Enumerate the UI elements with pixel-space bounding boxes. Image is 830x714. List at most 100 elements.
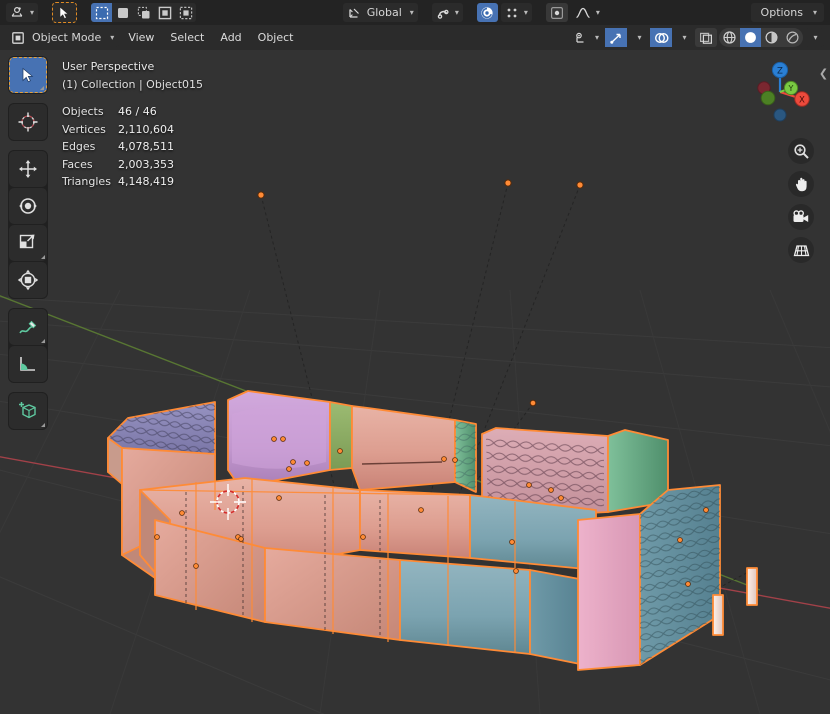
proportional-editing-group	[476, 3, 498, 22]
xray-icon	[700, 32, 713, 44]
hand-pan-icon	[795, 177, 807, 191]
menu-view[interactable]: View	[121, 28, 161, 47]
chevron-down-icon: ▾	[30, 7, 35, 17]
zoom-button[interactable]	[788, 138, 814, 164]
tool-move[interactable]	[9, 151, 47, 187]
tool-cursor[interactable]	[9, 104, 47, 140]
chevron-down-icon: ▾	[523, 7, 528, 17]
cursor-arrow-icon	[59, 5, 70, 19]
scale-icon	[19, 234, 35, 249]
blender-window: ▾ Global ▾ ▾ ▾ ▾ Options ▾ Object Mode ▾…	[0, 0, 830, 714]
box-select-icon	[95, 6, 108, 19]
mode-label: Object Mode	[32, 31, 102, 44]
tool-expand-corner	[40, 86, 44, 90]
select-new-icon	[117, 7, 128, 18]
gizmo-icon	[609, 33, 621, 44]
transform-orientation-dropdown[interactable]: Global ▾	[342, 3, 418, 22]
overlays-icon	[654, 32, 669, 43]
show-hide-icon	[576, 32, 584, 43]
tool-measure[interactable]	[9, 346, 47, 382]
select-mode-subtract[interactable]	[154, 3, 176, 22]
tool-transform[interactable]	[9, 262, 47, 298]
select-mode-box[interactable]	[91, 3, 113, 22]
proportional-connected-button[interactable]	[545, 3, 568, 22]
shading-solid[interactable]	[740, 28, 761, 47]
ortho-toggle-button[interactable]	[788, 237, 814, 263]
overlays-toggle[interactable]	[650, 28, 672, 47]
chevron-down-icon: ▾	[110, 32, 115, 42]
tool-group-add	[8, 392, 48, 430]
gizmo-dropdown[interactable]: ▾	[629, 28, 648, 47]
visibility-dropdown[interactable]: ▾	[570, 28, 603, 47]
tool-scale[interactable]	[9, 225, 47, 261]
tool-rotate[interactable]	[9, 188, 47, 224]
tool-add-cube[interactable]	[9, 393, 47, 429]
grid-ortho-icon	[793, 244, 809, 256]
chevron-down-icon: ▾	[595, 7, 600, 17]
shading-material[interactable]	[761, 28, 782, 47]
measure-ruler-icon	[20, 357, 35, 371]
3d-viewport[interactable]: User Perspective (1) Collection | Object…	[0, 50, 830, 714]
editor-type-icon	[11, 6, 23, 17]
solid-sphere-icon	[745, 32, 756, 43]
cushion-seat-teal-front	[399, 559, 531, 655]
armrest-right-pink	[577, 513, 641, 671]
cushion-seat-salmon-2	[359, 489, 471, 559]
shading-dropdown[interactable]: ▾	[805, 28, 824, 47]
sidebar-toggle[interactable]: ❮	[817, 62, 830, 84]
select-intersect-icon	[179, 6, 192, 19]
gizmo-axis-x-label: X	[799, 95, 805, 105]
sofa-leg-1	[746, 567, 758, 606]
editor-type-selector[interactable]: ▾	[6, 3, 39, 22]
proportional-edit-toggle[interactable]	[476, 3, 498, 22]
tool-expand-corner	[41, 255, 45, 259]
pan-button[interactable]	[788, 171, 814, 197]
tool-expand-corner	[41, 339, 45, 343]
chevron-down-icon: ▾	[594, 32, 599, 42]
transform-icon	[17, 269, 39, 291]
object-mode-icon	[12, 31, 24, 44]
select-mode-extend[interactable]	[133, 3, 155, 22]
options-label: Options	[760, 6, 803, 19]
tweak-tool-button[interactable]	[52, 2, 78, 23]
chevron-down-icon: ▾	[813, 32, 818, 42]
chevron-down-icon: ▾	[454, 7, 459, 17]
material-preview-icon	[765, 31, 778, 44]
navigation-gizmo[interactable]: Y X Z	[744, 56, 816, 128]
viewport-nav-buttons	[788, 138, 814, 263]
proportional-connected-icon	[550, 6, 563, 19]
tool-tweak-select[interactable]	[9, 57, 47, 93]
proportional-dots-dropdown[interactable]: ▾	[500, 3, 532, 22]
proportional-edit-icon	[481, 6, 493, 19]
camera-view-button[interactable]	[788, 204, 814, 230]
tool-group-annotate	[8, 308, 48, 383]
rendered-icon	[786, 31, 799, 44]
overlays-dropdown[interactable]: ▾	[674, 28, 693, 47]
tool-annotate[interactable]	[9, 309, 47, 345]
cushion-back-green	[329, 401, 353, 471]
chevron-down-icon: ▾	[409, 7, 414, 17]
menu-select[interactable]: Select	[163, 28, 211, 47]
dots-grid-icon	[507, 8, 517, 17]
menu-add[interactable]: Add	[213, 28, 248, 47]
add-cube-icon	[19, 402, 36, 419]
select-mode-intersect[interactable]	[175, 3, 197, 22]
shading-wireframe[interactable]	[719, 28, 740, 47]
gizmo-group	[605, 28, 627, 47]
orientation-label: Global	[366, 6, 402, 19]
options-dropdown[interactable]: Options ▾	[750, 3, 825, 22]
menu-object[interactable]: Object	[251, 28, 301, 47]
select-extend-icon	[137, 6, 150, 18]
overlays-group	[650, 28, 672, 47]
mode-selector[interactable]: Object Mode ▾	[6, 28, 120, 47]
snap-dropdown[interactable]: ▾	[431, 3, 463, 22]
shading-rendered[interactable]	[782, 28, 803, 47]
falloff-dropdown[interactable]: ▾	[571, 3, 604, 22]
gizmo-toggle[interactable]	[605, 28, 627, 47]
cushion-back-pink	[351, 405, 456, 491]
select-mode-new[interactable]	[112, 3, 134, 22]
tool-group-transform	[8, 150, 48, 299]
xray-toggle[interactable]	[695, 28, 717, 47]
select-mode-group	[91, 3, 197, 22]
annotate-pencil-icon	[19, 320, 37, 334]
